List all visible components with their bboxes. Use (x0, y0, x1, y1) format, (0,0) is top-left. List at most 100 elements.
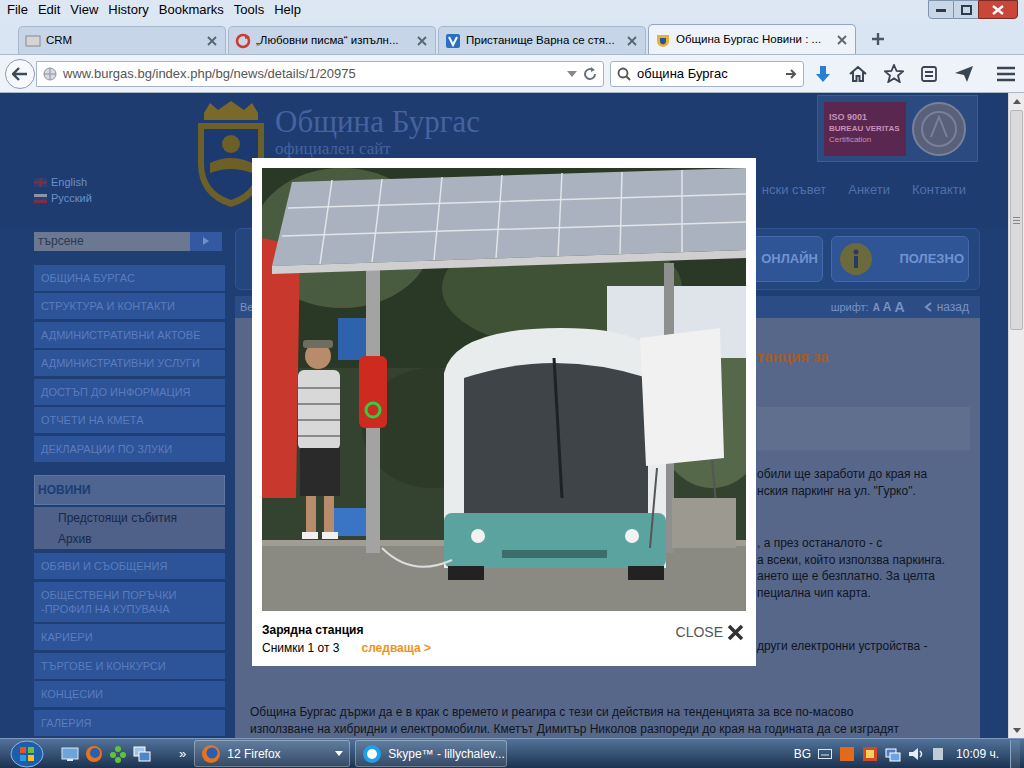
sidebar-item[interactable]: КАРИЕРИ (34, 624, 225, 650)
sidebar-item-box[interactable]: АДМИНИСТРАТИВНИ АКТОВЕ (34, 322, 225, 348)
bookmarks-list-icon[interactable] (920, 65, 938, 83)
sidebar-item[interactable]: СТРУКТУРА И КОНТАКТИ (34, 293, 225, 319)
tab-label[interactable]: Пристанище Варна се стя... (466, 32, 620, 49)
language-label[interactable]: English (51, 176, 87, 189)
clock[interactable]: 10:09 ч. (956, 745, 999, 763)
sidebar-label[interactable]: ОБЩИНА БУРГАС (41, 271, 135, 285)
sidebar-item-box[interactable]: АДМИНИСТРАТИВНИ УСЛУГИ (34, 350, 225, 376)
sidebar-label[interactable]: АДМИНИСТРАТИВНИ АКТОВЕ (41, 328, 201, 342)
sidebar-item-box[interactable]: КАРИЕРИ (34, 624, 225, 650)
sidebar-item-box[interactable]: СТРУКТУРА И КОНТАКТИ (34, 293, 225, 319)
sidebar-item-box[interactable]: ОТЧЕТИ НА КМЕТА (34, 407, 225, 433)
sidebar-label[interactable]: АДМИНИСТРАТИВНИ УСЛУГИ (41, 356, 200, 370)
menu-item[interactable]: Tools (229, 2, 269, 18)
address-bar[interactable]: www.burgas.bg/index.php/bg/news/details/… (36, 61, 604, 87)
close-window-icon[interactable] (978, 0, 1018, 19)
show-desktop-button[interactable] (1010, 740, 1020, 768)
menu-item[interactable]: Bookmarks (154, 2, 229, 18)
sidebar-item-box[interactable]: ОБЩИНА БУРГАС (34, 265, 225, 291)
top-link[interactable]: нски съвет (762, 180, 826, 200)
close-tab-icon[interactable] (415, 34, 429, 48)
sidebar-item[interactable]: ОТЧЕТИ НА КМЕТА (34, 407, 225, 433)
sidebar-item[interactable]: ДОСТЪП ДО ИНФОРМАЦИЯ (34, 379, 225, 405)
sidebar-item-box[interactable]: ГАЛЕРИЯ (34, 710, 225, 736)
menu-item[interactable]: Help (269, 2, 306, 18)
quick-link-label[interactable]: ОНЛАЙН (761, 249, 818, 269)
close-tab-icon[interactable] (835, 33, 849, 47)
scroll-up-icon[interactable] (1009, 93, 1024, 109)
tab-label[interactable]: Община Бургас Новини : ... (676, 31, 830, 48)
quick-link-label[interactable]: ПОЛЕЗНО (899, 249, 964, 269)
sidebar-label[interactable]: СТРУКТУРА И КОНТАКТИ (41, 299, 175, 313)
sidebar-item[interactable]: Архив (34, 528, 225, 549)
close-icon[interactable] (727, 624, 744, 641)
menu-item[interactable]: View (65, 2, 103, 18)
tray-app-icon[interactable] (839, 746, 855, 762)
search-go-icon[interactable] (785, 68, 797, 80)
scrollbar-thumb[interactable] (1010, 110, 1023, 330)
sidebar-label[interactable]: ДЕКЛАРАЦИИ ПО ЗЛУКИ (41, 442, 172, 456)
sidebar-subitem[interactable]: Архив (34, 528, 225, 549)
taskbar-label[interactable]: Skype™ - lillychalev... (388, 745, 500, 763)
search-bar[interactable]: община Бургас (610, 61, 804, 87)
sidebar-label[interactable]: КАРИЕРИ (41, 630, 93, 644)
font-size-option[interactable]: A (883, 300, 892, 315)
sidebar-item[interactable]: ТЪРГОВЕ И КОНКУРСИ (34, 653, 225, 679)
site-search-button-icon[interactable] (190, 232, 222, 251)
sidebar-label[interactable]: НОВИНИ (38, 483, 91, 497)
back-button-icon[interactable] (5, 59, 35, 89)
close-label[interactable]: CLOSE (676, 623, 723, 641)
taskbar-button[interactable]: 12 Firefox (194, 740, 350, 767)
tray-extra-icon[interactable] (931, 746, 945, 762)
app-launch-icon[interactable] (109, 745, 127, 763)
sidebar-label[interactable]: Архив (58, 532, 92, 546)
history-dropdown-icon[interactable] (567, 71, 577, 77)
sidebar-item[interactable]: ОБЩЕСТВЕНИ ПОРЪЧКИ -ПРОФИЛ НА КУПУВАЧА (34, 582, 225, 622)
new-tab-icon[interactable] (870, 31, 886, 47)
download-icon[interactable] (814, 65, 832, 83)
input-language[interactable]: BG (794, 745, 811, 763)
sidebar-item-box[interactable]: ТЪРГОВЕ И КОНКУРСИ (34, 653, 225, 679)
scroll-down-icon[interactable] (1009, 722, 1024, 738)
browser-tab[interactable]: Община Бургас Новини : ... (648, 24, 856, 54)
taskbar-label[interactable]: 12 Firefox (227, 745, 329, 763)
home-icon[interactable] (848, 65, 868, 83)
scrollbar[interactable] (1008, 93, 1024, 738)
close-tab-icon[interactable] (205, 34, 219, 48)
sidebar-subitem[interactable]: Предстоящи събития (34, 507, 225, 528)
show-desktop-icon[interactable] (61, 746, 79, 762)
sidebar-label[interactable]: Предстоящи събития (58, 511, 177, 525)
font-size-option[interactable]: A (873, 300, 880, 315)
font-size-option[interactable]: A (895, 300, 905, 315)
site-search-input[interactable] (34, 232, 190, 251)
taskbar-button[interactable]: Skype™ - lillychalev... (355, 740, 507, 767)
volume-icon[interactable] (908, 746, 924, 762)
sidebar-item[interactable]: ОБЯВИ И СЪОБЩЕНИЯ (34, 553, 225, 579)
firefox-launch-icon[interactable] (85, 745, 103, 763)
url-text[interactable]: www.burgas.bg/index.php/bg/news/details/… (63, 64, 561, 84)
sidebar-item-box[interactable]: ОБЯВИ И СЪОБЩЕНИЯ (34, 553, 225, 579)
group-dropdown-icon[interactable] (335, 751, 343, 756)
language-option[interactable]: Русский (34, 192, 190, 205)
sidebar-label[interactable]: ГАЛЕРИЯ (41, 716, 92, 730)
back-link[interactable]: назад (937, 298, 969, 316)
close-tab-icon[interactable] (625, 34, 639, 48)
send-icon[interactable] (954, 65, 974, 83)
sidebar-item-box[interactable]: ДЕКЛАРАЦИИ ПО ЗЛУКИ (34, 436, 225, 462)
site-title[interactable]: Община Бургас (275, 105, 480, 139)
search-text[interactable]: община Бургас (637, 64, 779, 84)
sidebar-label[interactable]: КОНЦЕСИИ (41, 687, 103, 701)
sidebar-item[interactable]: ГАЛЕРИЯ (34, 710, 225, 736)
language-option[interactable]: English (34, 176, 190, 189)
sidebar-item[interactable]: АДМИНИСТРАТИВНИ АКТОВЕ (34, 322, 225, 348)
menu-icon[interactable] (996, 66, 1016, 82)
sidebar-item-box[interactable]: НОВИНИ (34, 475, 225, 505)
tray-flag-icon[interactable] (862, 746, 878, 762)
network-icon[interactable] (885, 746, 901, 762)
keyboard-icon[interactable] (818, 749, 832, 759)
window-switch-icon[interactable] (133, 746, 151, 762)
sidebar-item-box[interactable]: ОБЩЕСТВЕНИ ПОРЪЧКИ -ПРОФИЛ НА КУПУВАЧА (34, 582, 225, 622)
sidebar-item[interactable]: НОВИНИ (34, 475, 225, 505)
maximize-icon[interactable] (954, 0, 978, 19)
sidebar-item[interactable]: Предстоящи събития (34, 507, 225, 528)
